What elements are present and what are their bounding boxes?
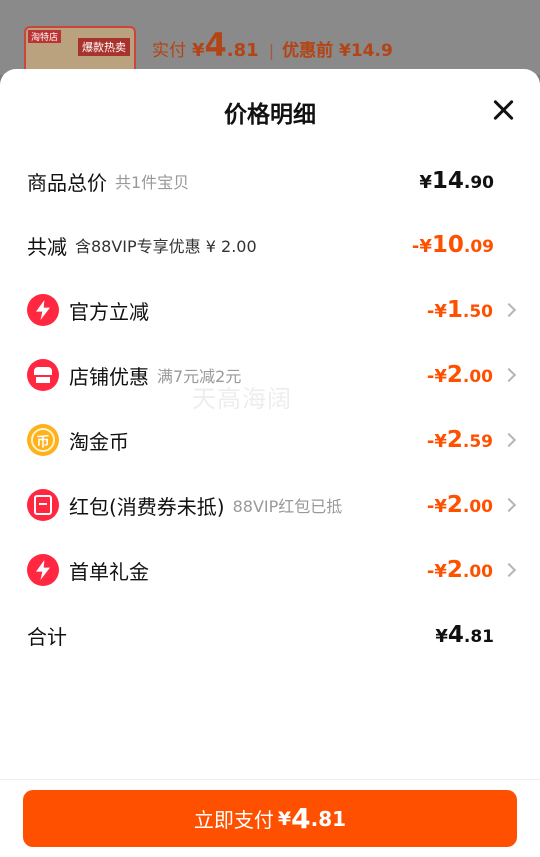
official-dec: .50 bbox=[462, 302, 493, 322]
red-packet-label: 红包(消费券未抵) bbox=[69, 494, 225, 519]
pay-now-yen: ¥ bbox=[277, 807, 292, 830]
paid-yen: ¥ bbox=[192, 40, 205, 61]
red-packet-icon bbox=[27, 489, 59, 521]
shop-discount-note: 满7元减2元 bbox=[157, 367, 242, 386]
total-reduction-row: 共减 含88VIP专享优惠 ¥ 2.00 -¥ 10 .09 bbox=[0, 220, 540, 270]
chevron-right-icon bbox=[501, 497, 517, 513]
shop-dec: .00 bbox=[462, 367, 493, 387]
chevron-right-icon bbox=[501, 562, 517, 578]
red-packet-amount: -¥ 2 .00 bbox=[427, 492, 493, 518]
sum-dec: .81 bbox=[463, 627, 494, 647]
pay-now-button[interactable]: 立即支付 ¥ 4 .81 bbox=[23, 790, 517, 847]
shop-int: 2 bbox=[446, 362, 463, 388]
first-order-label: 首单礼金 bbox=[69, 559, 149, 584]
reduction-int: 10 bbox=[431, 232, 464, 258]
chevron-right-icon bbox=[501, 432, 517, 448]
sum-row: 合计 ¥ 4 .81 bbox=[0, 610, 540, 660]
coin-dec: .59 bbox=[462, 432, 493, 452]
first-order-amount: -¥ 2 .00 bbox=[427, 557, 493, 583]
chevron-right-icon bbox=[501, 367, 517, 383]
shop-discount-amount: -¥ 2 .00 bbox=[427, 362, 493, 388]
official-discount-amount: -¥ 1 .50 bbox=[427, 297, 493, 323]
redpacket-int: 2 bbox=[446, 492, 463, 518]
official-int: 1 bbox=[446, 297, 463, 323]
shop-discount-row[interactable]: 店铺优惠 满7元减2元 -¥ 2 .00 bbox=[0, 350, 540, 400]
taojinbi-row[interactable]: 币 淘金币 -¥ 2 .59 bbox=[0, 415, 540, 465]
sheet-title: 价格明细 bbox=[224, 102, 316, 128]
coin-int: 2 bbox=[446, 427, 463, 453]
background-price-summary: 实付 ¥ 4 .81 | 优惠前 ¥14.9 bbox=[152, 26, 393, 66]
firstorder-prefix: -¥ bbox=[426, 561, 447, 582]
before-discount-price: 优惠前 ¥14.9 bbox=[282, 41, 393, 61]
reduction-dec: .09 bbox=[463, 237, 494, 257]
shop-icon bbox=[27, 359, 59, 391]
taojinbi-label: 淘金币 bbox=[69, 429, 129, 454]
coin-prefix: -¥ bbox=[426, 431, 447, 452]
firstorder-dec: .00 bbox=[462, 562, 493, 582]
pay-now-dec: .81 bbox=[310, 806, 347, 831]
total-price-int: 14 bbox=[431, 168, 464, 194]
price-separator: | bbox=[268, 41, 275, 60]
pay-now-int: 4 bbox=[291, 802, 311, 835]
shop-discount-label: 店铺优惠 bbox=[69, 364, 149, 389]
first-order-row[interactable]: 首单礼金 -¥ 2 .00 bbox=[0, 545, 540, 595]
reduction-prefix: -¥ bbox=[411, 236, 432, 257]
red-packet-row[interactable]: 红包(消费券未抵) 88VIP红包已抵 -¥ 2 .00 bbox=[0, 480, 540, 530]
bolt-icon bbox=[27, 554, 59, 586]
paid-dec: .81 bbox=[226, 40, 259, 61]
total-price-row: 商品总价 共1件宝贝 ¥ 14 .90 bbox=[0, 156, 540, 206]
bolt-icon bbox=[27, 294, 59, 326]
total-reduction-amount: -¥ 10 .09 bbox=[412, 232, 494, 258]
paid-label: 实付 bbox=[152, 41, 186, 61]
sum-label: 合计 bbox=[27, 624, 67, 649]
official-prefix: -¥ bbox=[426, 301, 447, 322]
sum-int: 4 bbox=[447, 622, 464, 648]
chevron-right-icon bbox=[501, 302, 517, 318]
coin-glyph: 币 bbox=[31, 428, 55, 452]
thumbnail-tag: 淘特店 bbox=[28, 30, 62, 43]
total-price-dec: .90 bbox=[463, 173, 494, 193]
red-packet-note: 88VIP红包已抵 bbox=[232, 497, 343, 516]
taojinbi-amount: -¥ 2 .59 bbox=[427, 427, 493, 453]
official-discount-row[interactable]: 官方立减 -¥ 1 .50 bbox=[0, 285, 540, 335]
close-icon[interactable] bbox=[490, 97, 516, 123]
redpacket-dec: .00 bbox=[462, 497, 493, 517]
total-price-amount: ¥ 14 .90 bbox=[419, 168, 494, 194]
total-price-prefix: ¥ bbox=[419, 172, 432, 193]
total-reduction-label: 共减 bbox=[27, 234, 67, 259]
total-price-label: 商品总价 bbox=[27, 170, 107, 195]
sum-amount: ¥ 4 .81 bbox=[435, 622, 494, 648]
price-detail-sheet: 价格明细 天高海阔 商品总价 共1件宝贝 ¥ 14 .90 共减 含88VIP专… bbox=[0, 69, 540, 857]
pay-now-label: 立即支付 bbox=[193, 808, 274, 832]
sum-prefix: ¥ bbox=[435, 626, 448, 647]
vip-discount-note: 含88VIP专享优惠 ¥ 2.00 bbox=[75, 237, 257, 256]
redpacket-prefix: -¥ bbox=[426, 496, 447, 517]
shop-prefix: -¥ bbox=[426, 366, 447, 387]
thumbnail-badge: 爆款热卖 bbox=[78, 38, 130, 56]
footer-divider bbox=[0, 779, 540, 780]
total-item-count: 共1件宝贝 bbox=[115, 173, 190, 192]
official-discount-label: 官方立减 bbox=[69, 299, 149, 324]
paid-int: 4 bbox=[204, 26, 227, 64]
firstorder-int: 2 bbox=[446, 557, 463, 583]
coin-icon: 币 bbox=[27, 424, 59, 456]
